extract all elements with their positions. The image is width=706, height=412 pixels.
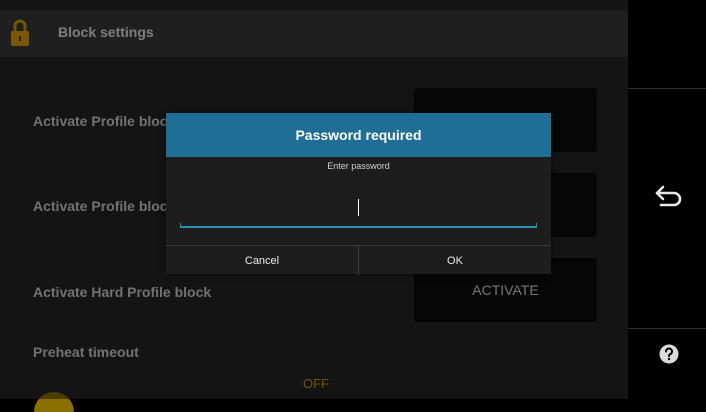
cancel-button[interactable]: Cancel — [166, 246, 359, 275]
right-sidebar — [628, 0, 706, 399]
help-icon[interactable] — [659, 344, 679, 364]
password-input-underline — [180, 223, 537, 228]
text-caret — [358, 199, 359, 216]
screen: Block settings Activate Profile block Ac… — [0, 0, 706, 412]
sidebar-divider — [628, 88, 706, 89]
ok-button[interactable]: OK — [359, 246, 551, 275]
dialog-title: Password required — [166, 113, 551, 157]
dialog-subtitle: Enter password — [327, 161, 390, 171]
password-dialog: Password required Enter password Cancel … — [166, 113, 551, 275]
password-input[interactable] — [180, 193, 541, 229]
sidebar-divider — [628, 328, 706, 329]
dialog-button-bar: Cancel OK — [166, 245, 551, 275]
back-arrow-icon[interactable] — [652, 180, 684, 212]
